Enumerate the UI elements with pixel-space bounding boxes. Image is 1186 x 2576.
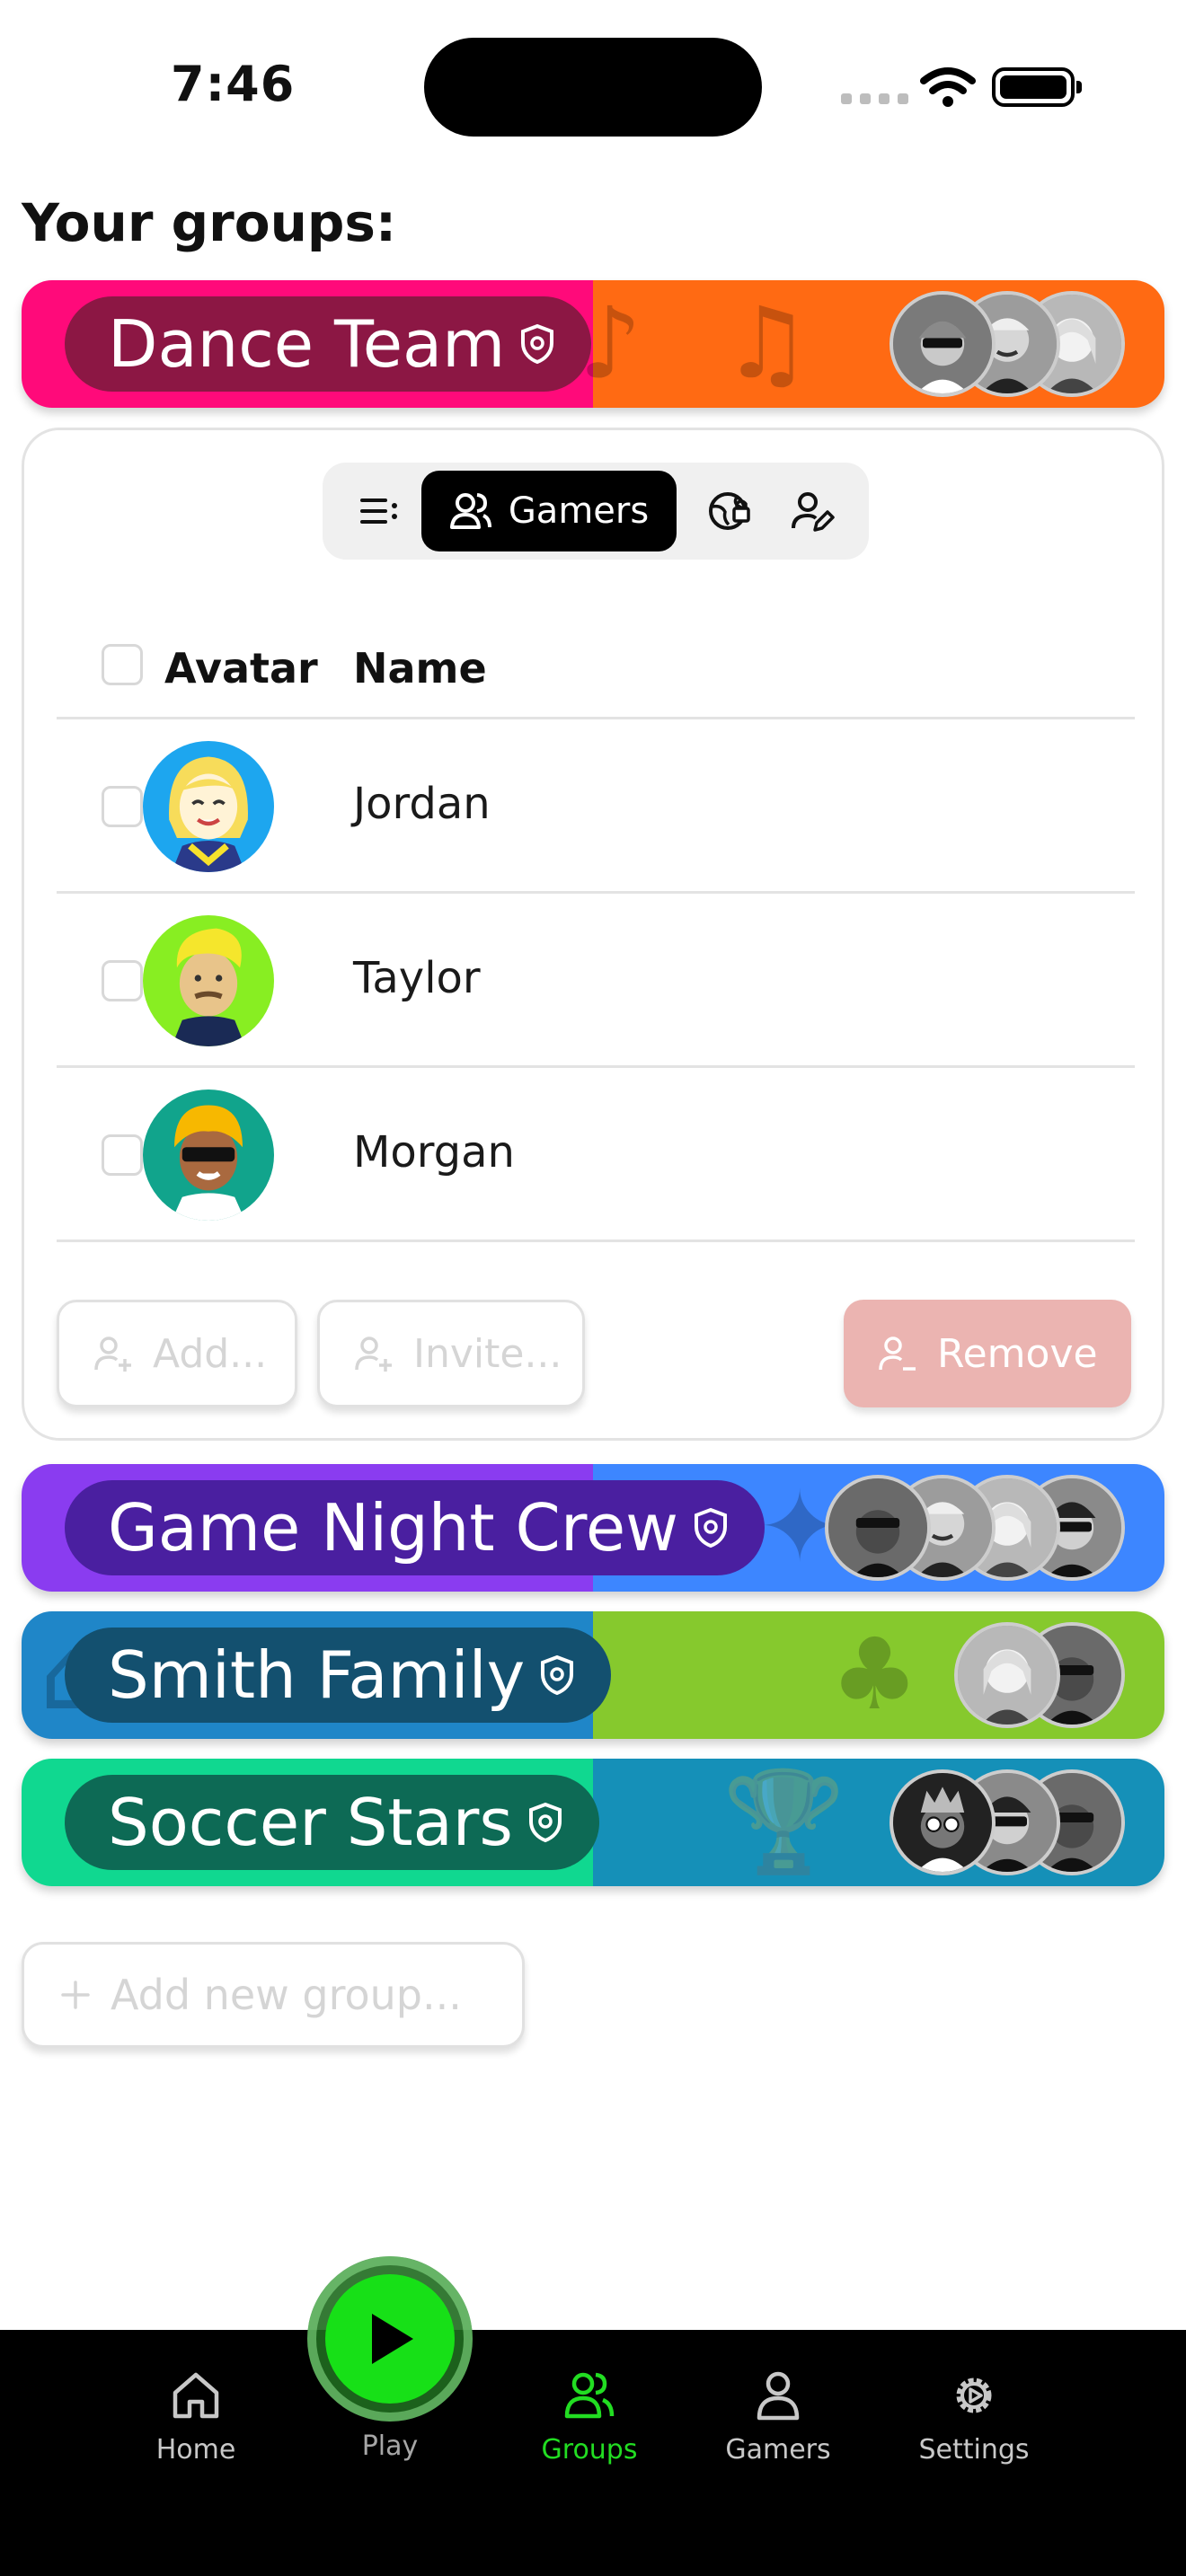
edit-user-button[interactable] [772, 471, 853, 551]
people-icon [449, 493, 491, 529]
shield-icon [528, 1802, 562, 1843]
gamers-segment-label: Gamers [508, 490, 650, 532]
member-avatars [890, 291, 1125, 397]
play-icon [372, 2314, 413, 2364]
tab-groups[interactable]: Groups [500, 2368, 679, 2466]
avatar [825, 1475, 931, 1581]
add-user-icon [94, 1337, 131, 1372]
table-row[interactable]: Taylor [57, 894, 1135, 1068]
tab-home[interactable]: Home [106, 2368, 286, 2466]
list-icon [360, 498, 397, 524]
invite-label: Invite... [413, 1330, 562, 1377]
plus-icon [61, 1981, 90, 2009]
page-title: Your groups: [22, 192, 397, 253]
table-row[interactable]: Morgan [57, 1068, 1135, 1242]
tab-settings-label: Settings [918, 2434, 1030, 2466]
tab-play-label: Play [361, 2430, 419, 2462]
select-all-checkbox[interactable] [102, 644, 143, 685]
member-avatars [890, 1769, 1125, 1875]
gear-icon [956, 2378, 992, 2413]
member-avatars [954, 1622, 1125, 1728]
group-name-pill: Smith Family [65, 1628, 612, 1723]
column-header-avatar: Avatar [164, 644, 318, 693]
user-edit-icon [792, 492, 835, 532]
group-banner-dance-team[interactable]: ♫ ♪ Dance Team [22, 280, 1164, 408]
add-gamer-label: Add... [153, 1330, 268, 1377]
cellular-signal-icon [841, 93, 908, 104]
home-icon [173, 2372, 219, 2419]
gamers-segment-button[interactable]: Gamers [421, 471, 677, 551]
group-name: Dance Team [108, 306, 506, 382]
shield-icon [695, 1507, 728, 1548]
add-new-group-label: Add new group... [111, 1971, 462, 2019]
tab-settings[interactable]: Settings [884, 2368, 1064, 2466]
row-checkbox[interactable] [102, 1134, 143, 1176]
tab-gamers-label: Gamers [725, 2434, 831, 2466]
status-bar: 7:46 [0, 0, 1186, 171]
group-name-pill: Game Night Crew [65, 1480, 766, 1575]
group-name-pill: Dance Team [65, 296, 592, 392]
group-members-card: Gamers Avatar Name Jordan Taylor Morgan [22, 428, 1164, 1441]
member-avatars [825, 1475, 1125, 1581]
group-banner-soccer-stars[interactable]: 🏆 Soccer Stars [22, 1759, 1164, 1886]
remove-user-icon [879, 1337, 916, 1371]
play-button[interactable] [325, 2274, 455, 2404]
group-name: Soccer Stars [108, 1785, 513, 1860]
avatar [143, 741, 274, 872]
invite-button[interactable]: Invite... [317, 1300, 585, 1407]
bottom-tab-bar: Home Groups Gamers Settings [0, 2330, 1186, 2576]
battery-icon [992, 67, 1082, 107]
avatar [143, 915, 274, 1046]
group-banner-smith-family[interactable]: ⌂ ♣ Smith Family [22, 1611, 1164, 1739]
globe-lock-button[interactable] [689, 471, 770, 551]
group-name: Game Night Crew [108, 1490, 679, 1566]
music-note-icon: ♫ [722, 286, 811, 401]
table-header: Avatar Name [57, 608, 1135, 719]
wifi-icon [920, 67, 976, 107]
trophy-icon: 🏆 [722, 1764, 845, 1879]
avatar [890, 1769, 996, 1875]
gamer-name: Taylor [353, 953, 481, 1003]
status-time: 7:46 [171, 56, 296, 112]
row-checkbox[interactable] [102, 960, 143, 1001]
avatar [143, 1090, 274, 1221]
tab-home-label: Home [155, 2434, 236, 2466]
invite-user-icon [355, 1337, 392, 1372]
tab-gamers[interactable]: Gamers [688, 2368, 868, 2466]
table-row[interactable]: Jordan [57, 719, 1135, 894]
row-checkbox[interactable] [102, 786, 143, 827]
column-header-name: Name [353, 644, 487, 693]
add-new-group-button[interactable]: Add new group... [22, 1942, 525, 2048]
view-segmented-control: Gamers [323, 463, 869, 560]
tab-groups-label: Groups [541, 2434, 638, 2466]
group-name: Smith Family [108, 1637, 526, 1713]
groups-icon [564, 2372, 615, 2419]
person-icon [757, 2371, 800, 2421]
globe-lock-icon [709, 492, 750, 530]
avatar [890, 291, 996, 397]
add-gamer-button[interactable]: Add... [57, 1300, 297, 1407]
shield-icon [521, 323, 554, 365]
group-banner-game-night-crew[interactable]: ✦ Game Night Crew [22, 1464, 1164, 1592]
gamer-name: Morgan [353, 1127, 515, 1178]
remove-button[interactable]: Remove [844, 1300, 1131, 1407]
gamer-name: Jordan [353, 779, 491, 829]
dynamic-island [424, 38, 762, 137]
tree-icon: ♣ [830, 1617, 919, 1732]
list-view-button[interactable] [339, 471, 420, 551]
avatar [954, 1622, 1060, 1728]
remove-label: Remove [937, 1330, 1098, 1377]
group-name-pill: Soccer Stars [65, 1775, 599, 1870]
shield-icon [541, 1654, 574, 1696]
